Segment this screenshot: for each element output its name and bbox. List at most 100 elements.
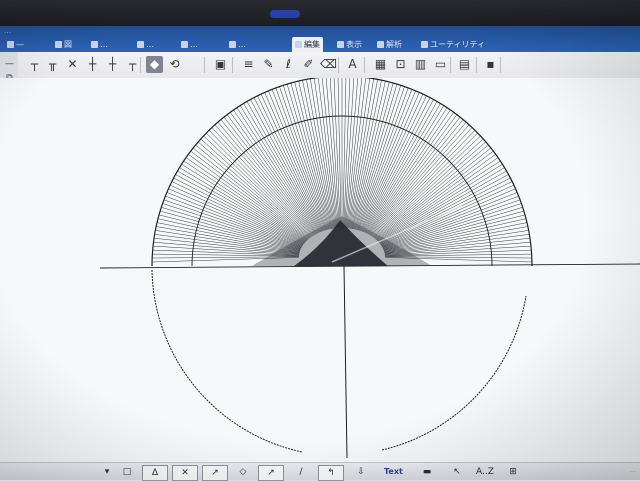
breadcrumb: … bbox=[4, 27, 11, 35]
pen-icon[interactable]: / bbox=[294, 465, 308, 479]
tab-2[interactable]: … bbox=[88, 39, 111, 51]
tab-label: — bbox=[16, 40, 24, 49]
ray-line bbox=[384, 234, 530, 254]
outer-arc-bottom-left bbox=[151, 269, 303, 453]
table-icon[interactable]: ▬ bbox=[420, 465, 434, 479]
tab-8[interactable]: 解析 bbox=[374, 39, 405, 51]
ray-line bbox=[353, 82, 394, 230]
ray-line bbox=[240, 105, 320, 233]
ribbon-tab-bar: … — 図 … … … … 編集 表示 解析 ユーティリティ bbox=[0, 26, 640, 52]
ray-line bbox=[290, 82, 331, 230]
toolbar-separator bbox=[450, 57, 451, 73]
page-icon[interactable]: ▤ bbox=[456, 56, 473, 73]
tab-label: … bbox=[238, 40, 246, 49]
tools-icon bbox=[421, 41, 428, 48]
select-shape-icon[interactable]: ◆ bbox=[146, 56, 163, 73]
vertical-axis-line bbox=[343, 265, 348, 459]
ray-line bbox=[246, 101, 321, 233]
pen-icon[interactable]: ✎ bbox=[260, 56, 277, 73]
line-icon[interactable]: ↗ bbox=[258, 465, 284, 481]
image-icon[interactable]: ▦ bbox=[372, 56, 389, 73]
tab-4[interactable]: … bbox=[178, 39, 201, 51]
turn-icon[interactable]: ↰ bbox=[318, 465, 344, 481]
sort-icon[interactable]: A..Z bbox=[476, 465, 494, 479]
window-icon[interactable]: ▭ bbox=[432, 56, 449, 73]
tab-3[interactable]: … bbox=[134, 39, 157, 51]
tab-1[interactable]: 図 bbox=[52, 39, 75, 51]
drawing-canvas[interactable] bbox=[0, 78, 640, 463]
cad-drawing bbox=[99, 78, 640, 459]
shape-icon bbox=[55, 41, 62, 48]
brush-icon[interactable]: ℓ bbox=[280, 56, 297, 73]
toolbar-separator bbox=[232, 57, 233, 73]
outer-arc-bottom-right bbox=[381, 295, 527, 451]
toolbar-separator bbox=[204, 57, 205, 73]
dim-angle-icon[interactable]: ┼ bbox=[104, 56, 121, 73]
monitor-bezel bbox=[0, 0, 640, 26]
ray-line bbox=[220, 119, 315, 236]
toolbar-separator bbox=[364, 57, 365, 73]
block-icon[interactable]: ▪ bbox=[482, 56, 499, 73]
snap-icon[interactable]: ◇ bbox=[236, 465, 250, 479]
ray-line bbox=[161, 207, 301, 249]
tab-9[interactable]: ユーティリティ bbox=[418, 39, 488, 51]
ray-line bbox=[377, 160, 501, 242]
rotate-icon[interactable]: ⟲ bbox=[166, 56, 183, 73]
layer-icon bbox=[181, 41, 188, 48]
triangle-icon[interactable]: ∆ bbox=[142, 465, 168, 481]
grid-icon[interactable]: ⊞ bbox=[506, 465, 520, 479]
tab-label: 解析 bbox=[386, 40, 402, 49]
marker-icon[interactable]: ✐ bbox=[300, 56, 317, 73]
ray-line bbox=[344, 78, 355, 229]
text-icon[interactable]: Text bbox=[384, 465, 403, 479]
info-icon bbox=[377, 41, 384, 48]
tab-label: … bbox=[100, 40, 108, 49]
ray-line bbox=[351, 80, 386, 229]
tab-7[interactable]: 表示 bbox=[334, 39, 365, 51]
toolbar-separator bbox=[338, 57, 339, 73]
move-down-icon[interactable]: ⇩ bbox=[354, 465, 368, 479]
hatch-icon[interactable]: ≡ bbox=[240, 56, 257, 73]
ray-line bbox=[369, 119, 464, 236]
menu-icon bbox=[229, 41, 236, 48]
ray-line bbox=[211, 127, 313, 237]
toolbar-separator bbox=[476, 57, 477, 73]
dim-side-icon[interactable]: ┼ bbox=[84, 56, 101, 73]
home-icon bbox=[7, 41, 14, 48]
ray-line bbox=[298, 80, 333, 229]
dim-top-icon[interactable]: ┬ bbox=[26, 56, 43, 73]
frame-icon[interactable]: ▣ bbox=[212, 56, 229, 73]
dim-radius-icon[interactable]: ┬ bbox=[124, 56, 141, 73]
ray-line bbox=[342, 78, 347, 229]
toolbar-separator bbox=[140, 57, 141, 73]
folder-icon[interactable]: □ bbox=[120, 465, 134, 479]
dim-base-icon[interactable]: ╥ bbox=[44, 56, 61, 73]
tab-0[interactable]: — bbox=[4, 39, 27, 51]
tab-label: ユーティリティ bbox=[430, 40, 486, 49]
tab-5[interactable]: … bbox=[226, 39, 249, 51]
arrow-icon[interactable]: ↗ bbox=[202, 465, 228, 481]
pointer-icon[interactable]: ↖ bbox=[450, 465, 464, 479]
ray-line bbox=[181, 164, 306, 243]
tab-label: 表示 bbox=[346, 40, 362, 49]
toolbar-separator bbox=[500, 57, 501, 73]
fit-icon[interactable]: ⊡ bbox=[392, 56, 409, 73]
eraser-icon[interactable]: ⌫ bbox=[320, 56, 337, 73]
dropdown-icon[interactable]: ▾ bbox=[100, 465, 114, 479]
text-style-icon[interactable]: A bbox=[344, 56, 361, 73]
ray-line bbox=[378, 164, 503, 243]
edit-icon bbox=[137, 41, 144, 48]
cross-icon[interactable]: ✕ bbox=[172, 465, 198, 481]
ray-line bbox=[347, 78, 366, 229]
tab-label: 図 bbox=[64, 40, 72, 49]
ray-line bbox=[318, 78, 337, 229]
ray-line bbox=[154, 234, 300, 254]
ray-line bbox=[363, 101, 438, 233]
ray-line bbox=[375, 144, 489, 240]
tab-label: 編集 bbox=[304, 40, 320, 49]
ray-line bbox=[329, 78, 340, 229]
dim-cross-icon[interactable]: ✕ bbox=[64, 56, 81, 73]
view-icon bbox=[337, 41, 344, 48]
tab-6[interactable]: 編集 bbox=[292, 37, 323, 52]
layer-stack-icon[interactable]: ▥ bbox=[412, 56, 429, 73]
